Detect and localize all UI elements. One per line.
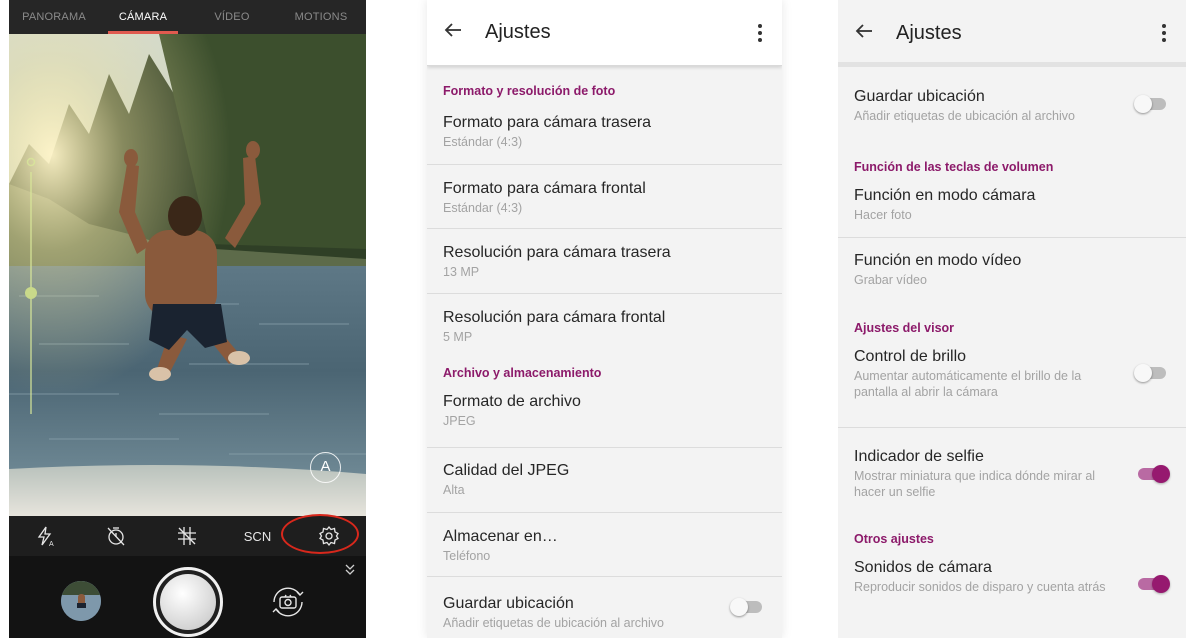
camera-screen: PANORAMA CÁMARA VÍDEO MOTIONS A A SCN	[9, 0, 366, 638]
list-item[interactable]: Formato para cámara trasera Estándar (4:…	[427, 104, 782, 165]
viewfinder-scene-image	[9, 34, 366, 516]
location-toggle[interactable]	[1134, 94, 1170, 114]
item-title: Guardar ubicación	[854, 88, 985, 105]
settings-screen-right: Ajustes Guardar ubicación Añadir etiquet…	[838, 0, 1186, 638]
item-title: Resolución para cámara trasera	[443, 244, 671, 261]
overflow-menu-icon[interactable]	[1142, 23, 1186, 43]
back-arrow-icon[interactable]	[838, 21, 894, 46]
list-item[interactable]: Función en modo vídeo Grabar vídeo	[838, 238, 1186, 313]
camera-bottom-bar	[9, 556, 366, 638]
app-bar: Ajustes	[427, 0, 782, 66]
camera-toolbar: A SCN	[9, 516, 366, 556]
item-title: Guardar ubicación	[443, 595, 574, 612]
item-title: Indicador de selfie	[854, 448, 984, 465]
list-item[interactable]: Guardar ubicación Añadir etiquetas de ub…	[838, 70, 1186, 154]
list-item[interactable]: Formato de archivo JPEG	[427, 388, 782, 448]
section-header: Función de las teclas de volumen	[854, 160, 1054, 174]
item-title: Formato para cámara frontal	[443, 180, 646, 197]
camera-viewfinder[interactable]: A	[9, 34, 366, 516]
item-title: Sonidos de cámara	[854, 559, 992, 576]
settings-list: Guardar ubicación Añadir etiquetas de ub…	[838, 70, 1186, 618]
item-subtitle: Estándar (4:3)	[443, 201, 523, 215]
item-subtitle: JPEG	[443, 414, 476, 428]
mode-tab-motions[interactable]: MOTIONS	[284, 0, 358, 34]
list-item[interactable]: Control de brillo Aumentar automáticamen…	[838, 343, 1186, 428]
settings-list: Formato y resolución de foto Formato par…	[427, 66, 782, 638]
list-item[interactable]: Sonidos de cámara Reproducir sonidos de …	[838, 554, 1186, 618]
item-subtitle: 13 MP	[443, 265, 480, 279]
page-title: Ajustes	[896, 21, 962, 44]
grid-off-icon[interactable]	[151, 516, 222, 556]
item-title: Almacenar en…	[443, 528, 558, 545]
item-subtitle: Grabar vídeo	[854, 273, 927, 287]
item-subtitle: Hacer foto	[854, 208, 912, 222]
item-title: Resolución para cámara frontal	[443, 309, 666, 326]
item-title: Formato para cámara trasera	[443, 114, 652, 131]
list-item[interactable]: Guardar ubicación Añadir etiquetas de ub…	[427, 577, 782, 638]
auto-mode-button[interactable]: A	[310, 452, 341, 483]
mode-tab-video[interactable]: VÍDEO	[195, 0, 269, 34]
timer-off-icon[interactable]	[80, 516, 151, 556]
list-item[interactable]: Función en modo cámara Hacer foto	[838, 182, 1186, 238]
item-subtitle: Aumentar automáticamente el brillo de la…	[854, 369, 1082, 399]
settings-screen-left: Ajustes Formato y resolución de foto For…	[427, 0, 782, 638]
selfie-indicator-toggle[interactable]	[1134, 464, 1170, 484]
mode-tab-camera[interactable]: CÁMARA	[106, 0, 180, 34]
item-subtitle: Estándar (4:3)	[443, 135, 523, 149]
item-title: Función en modo cámara	[854, 187, 1036, 204]
mode-tab-panorama[interactable]: PANORAMA	[17, 0, 91, 34]
back-arrow-icon[interactable]	[427, 20, 483, 45]
item-subtitle: 5 MP	[443, 330, 473, 344]
section-header: Ajustes del visor	[854, 321, 955, 335]
list-item[interactable]: Resolución para cámara frontal 5 MP	[427, 294, 782, 358]
list-item[interactable]: Resolución para cámara trasera 13 MP	[427, 229, 782, 294]
item-title: Control de brillo	[854, 348, 967, 365]
item-subtitle: Mostrar miniatura que indica dónde mirar…	[854, 469, 1096, 499]
shutter-button[interactable]	[153, 567, 223, 637]
app-bar: Ajustes	[838, 0, 1186, 67]
item-subtitle: Añadir etiquetas de ubicación al archivo	[443, 616, 664, 630]
item-subtitle: Alta	[443, 483, 465, 497]
section-header: Otros ajustes	[854, 532, 934, 546]
gallery-thumbnail[interactable]	[61, 581, 101, 621]
item-subtitle: Reproducir sonidos de disparo y cuenta a…	[854, 580, 1106, 594]
settings-gear-icon[interactable]	[293, 516, 364, 556]
svg-text:A: A	[49, 541, 54, 547]
scene-mode-button[interactable]: SCN	[222, 516, 293, 556]
camera-mode-bar: PANORAMA CÁMARA VÍDEO MOTIONS	[9, 0, 366, 34]
item-title: Función en modo vídeo	[854, 252, 1022, 269]
list-item[interactable]: Indicador de selfie Mostrar miniatura qu…	[838, 428, 1186, 524]
list-item[interactable]: Calidad del JPEG Alta	[427, 448, 782, 513]
section-header: Formato y resolución de foto	[443, 84, 616, 98]
expand-chevron-icon[interactable]	[344, 562, 356, 579]
location-toggle[interactable]	[730, 597, 766, 617]
camera-sounds-toggle[interactable]	[1134, 574, 1170, 594]
item-subtitle: Teléfono	[443, 549, 491, 563]
page-title: Ajustes	[485, 21, 551, 43]
switch-camera-icon[interactable]	[266, 580, 310, 624]
section-header: Archivo y almacenamiento	[443, 366, 602, 380]
list-item[interactable]: Formato para cámara frontal Estándar (4:…	[427, 165, 782, 229]
flash-auto-icon[interactable]: A	[9, 516, 80, 556]
list-item[interactable]: Almacenar en… Teléfono	[427, 513, 782, 577]
item-subtitle: Añadir etiquetas de ubicación al archivo	[854, 109, 1075, 123]
brightness-toggle[interactable]	[1134, 363, 1170, 383]
item-title: Calidad del JPEG	[443, 462, 570, 479]
item-title: Formato de archivo	[443, 393, 581, 410]
overflow-menu-icon[interactable]	[738, 23, 782, 43]
